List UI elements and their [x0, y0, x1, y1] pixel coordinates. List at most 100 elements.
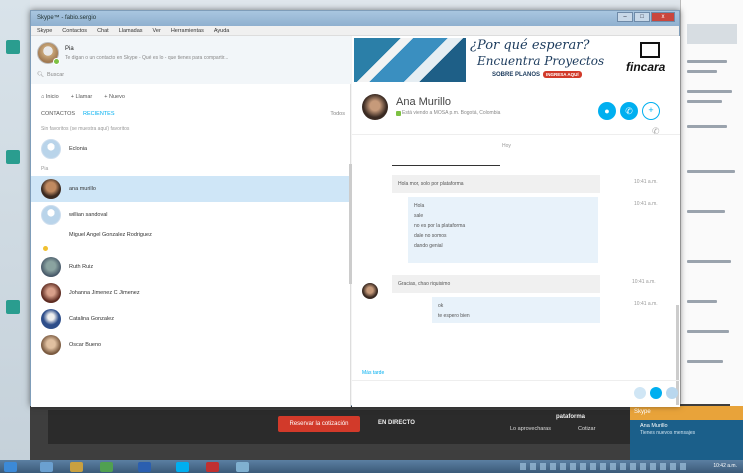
notification-body: Tienes nuevos mensajes [640, 430, 696, 436]
video-call-button[interactable]: ● [598, 102, 616, 120]
background-image [687, 24, 737, 44]
word-icon[interactable] [138, 462, 151, 472]
background-browser-page [680, 0, 743, 460]
pdf-icon[interactable] [206, 462, 219, 472]
add-people-button[interactable]: + [642, 102, 660, 120]
contact-avatar [41, 283, 61, 303]
message-bubble[interactable]: Hola mor, solo por plataforma [392, 175, 600, 193]
contact-list: Eclonia Pia ana murillo willian sandoval… [31, 136, 349, 358]
day-separator: Hoy [502, 143, 511, 149]
message-bubble[interactable]: Gracias, chao riquisimo [392, 275, 600, 293]
call-button[interactable]: + Llamar [71, 94, 93, 100]
status-icon [396, 111, 401, 116]
message-time: 10:41 a.m. [634, 301, 658, 307]
ad-headline: ¿Por qué esperar? [470, 38, 590, 53]
contact-avatar [41, 231, 61, 251]
promo-button[interactable]: Reservar la cotización [278, 416, 360, 432]
emoticon-icon[interactable] [650, 387, 662, 399]
message-bubble[interactable]: ok te espero bien [432, 297, 600, 323]
menu-llamadas[interactable]: Llamadas [119, 28, 143, 34]
ad-banner[interactable]: ¿Por qué esperar? Encuentra Proyectos SO… [352, 36, 680, 84]
background-app-icon [6, 40, 20, 54]
taskbar-app-icon[interactable] [40, 462, 53, 472]
contact-name: Eclonia [69, 146, 88, 152]
conversation-header: Ana Murillo Está viendo a MOSA p.m. Bogo… [352, 86, 680, 136]
contact-avatar [41, 309, 61, 329]
promo-right-link[interactable]: Cotizar [578, 426, 595, 432]
taskbar-app-icon[interactable] [70, 462, 83, 472]
contact-row[interactable]: Johanna Jimenez C Jimenez [31, 280, 349, 306]
building-icon [640, 42, 660, 58]
conversation-contact-name[interactable]: Ana Murillo [396, 96, 451, 108]
message-line: ok [438, 303, 444, 309]
attach-icon[interactable] [634, 387, 646, 399]
profile-header: Pia Te digan o un contacto en Skype - Qu… [31, 36, 351, 84]
online-status-icon[interactable] [53, 58, 60, 65]
contact-avatar [41, 205, 61, 225]
more-messages-link[interactable]: Más tarde [362, 370, 384, 376]
menu-ayuda[interactable]: Ayuda [214, 28, 230, 34]
menu-contactos[interactable]: Contactos [62, 28, 87, 34]
message-line: te espero bien [438, 313, 470, 319]
plus-icon: + [104, 94, 108, 100]
ad-subheadline: Encuentra Proyectos [477, 54, 605, 68]
promo-banner: Reservar la cotización EN DIRECTO patafo… [48, 410, 648, 444]
contact-row[interactable]: Oscar Bueno [31, 332, 349, 358]
home-button[interactable]: ⌂ Inicio [41, 94, 59, 100]
background-text [687, 100, 722, 103]
new-button[interactable]: + Nuevo [104, 94, 125, 100]
taskbar-app-icon[interactable] [236, 462, 249, 472]
sort-dropdown[interactable]: Todos [330, 111, 345, 117]
contact-row[interactable]: Ruth Ruiz [31, 254, 349, 280]
contact-name: Miguel Angel Gonzalez Rodriguez [69, 232, 152, 238]
contact-row[interactable]: willian sandoval [31, 202, 349, 228]
message-input-bar[interactable] [352, 380, 680, 407]
ad-tagline: SOBRE PLANOS INGRESA AQUÍ [492, 71, 582, 78]
profile-name[interactable]: Pia [65, 46, 74, 52]
contact-row[interactable]: Eclonia [31, 136, 349, 162]
tray-clock[interactable]: 10:42 a.m. [713, 463, 737, 469]
search-box[interactable]: 🔍︎ Buscar [37, 70, 337, 80]
sender-avatar[interactable] [362, 283, 378, 299]
background-text [687, 70, 717, 73]
home-label: Inicio [45, 94, 59, 100]
taskbar-app-icon[interactable] [100, 462, 113, 472]
skype-taskbar-icon[interactable] [176, 462, 189, 472]
plus-icon: + [70, 94, 74, 100]
skype-window: Skype™ - fabio.sergio – □ x Skype Contac… [30, 10, 680, 407]
contact-row[interactable]: Catalina Gonzalez [31, 306, 349, 332]
tab-contacts[interactable]: CONTACTOS [41, 111, 75, 117]
skype-notification[interactable]: Skype Ana Murillo Tienes nuevos mensajes [630, 406, 743, 460]
contact-row[interactable]: Miguel Angel Gonzalez Rodriguez [31, 228, 349, 254]
system-tray-icons[interactable] [520, 463, 690, 470]
menu-ver[interactable]: Ver [153, 28, 161, 34]
maximize-button[interactable]: □ [634, 12, 650, 22]
minimize-button[interactable]: – [617, 12, 633, 22]
message-history: Hoy Hola mor, solo por plataforma 10:41 … [352, 134, 680, 405]
desktop-left-strip [0, 0, 30, 460]
menu-herramientas[interactable]: Herramientas [171, 28, 204, 34]
menu-bar: Skype Contactos Chat Llamadas Ver Herram… [31, 26, 679, 36]
call-label: Llamar [75, 94, 93, 100]
call-button[interactable]: ✆ [620, 102, 638, 120]
start-button[interactable] [4, 462, 17, 472]
contact-avatar [41, 139, 61, 159]
ad-tagline-text: SOBRE PLANOS [492, 72, 541, 78]
menu-chat[interactable]: Chat [97, 28, 109, 34]
send-icon[interactable] [666, 387, 678, 399]
background-text [687, 90, 732, 93]
menu-skype[interactable]: Skype [37, 28, 52, 34]
contact-row-selected[interactable]: ana murillo [31, 176, 349, 202]
notification-title: Ana Murillo [640, 423, 668, 429]
contact-avatar [41, 257, 61, 277]
title-bar[interactable]: Skype™ - fabio.sergio – □ x [31, 11, 679, 26]
message-bubble[interactable]: Hola sale no es por la plataforma dale n… [408, 197, 598, 263]
message-line: no es por la plataforma [414, 223, 466, 229]
profile-mood[interactable]: Te digan o un contacto en Skype - Qué es… [65, 55, 228, 61]
background-text [687, 125, 727, 128]
ad-cta-badge[interactable]: INGRESA AQUÍ [543, 71, 582, 78]
close-button[interactable]: x [651, 12, 675, 22]
message-line: dando genial [414, 243, 443, 249]
contact-avatar-large[interactable] [362, 94, 388, 120]
tab-recent[interactable]: RECIENTES [83, 111, 114, 117]
